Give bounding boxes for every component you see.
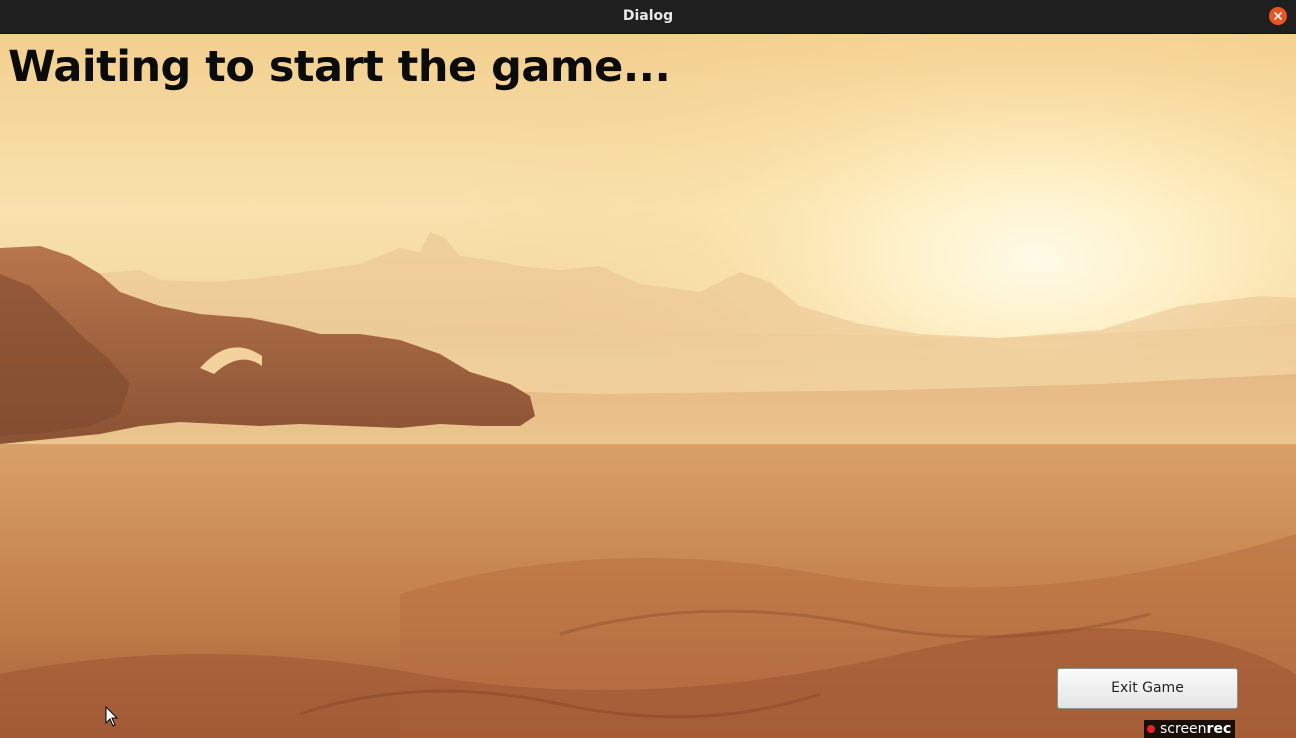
desert-background-image bbox=[0, 34, 1296, 738]
exit-game-button[interactable]: Exit Game bbox=[1057, 668, 1238, 709]
game-scene: Waiting to start the game... Exit Game s… bbox=[0, 34, 1296, 738]
watermark-part1: screen bbox=[1160, 721, 1207, 737]
status-heading: Waiting to start the game... bbox=[8, 42, 671, 92]
close-button[interactable] bbox=[1269, 7, 1287, 25]
dialog-window: Dialog Waiting to start the game... Exit… bbox=[0, 0, 1296, 738]
watermark-part2: rec bbox=[1206, 721, 1232, 737]
title-bar[interactable]: Dialog bbox=[0, 0, 1296, 34]
close-icon bbox=[1274, 12, 1282, 20]
mouse-pointer-icon bbox=[105, 706, 119, 727]
screenrec-watermark: screenrec bbox=[1144, 720, 1236, 738]
record-dot-icon bbox=[1147, 725, 1155, 733]
window-title: Dialog bbox=[622, 8, 674, 24]
